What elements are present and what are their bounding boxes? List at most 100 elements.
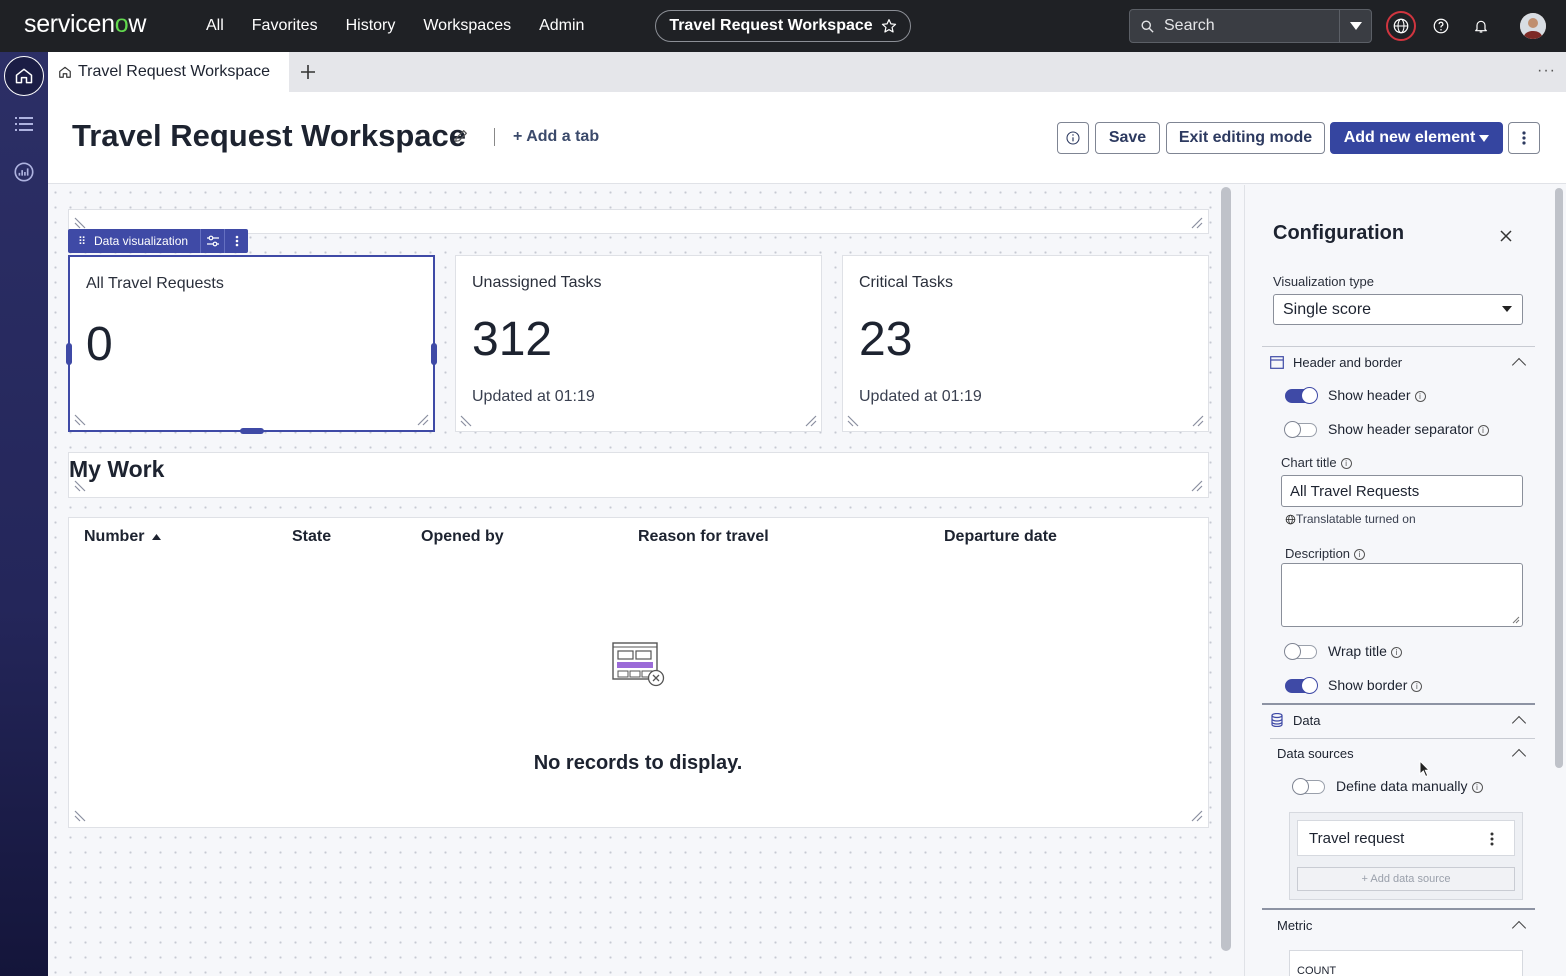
show-header-separator-row: Show header separator i (1328, 421, 1489, 437)
section-data-sources[interactable]: Data sources (1277, 746, 1354, 761)
resize-handle-icon[interactable] (73, 216, 87, 230)
workspace-pill-label: Travel Request Workspace (669, 17, 873, 34)
help-icon[interactable] (1428, 13, 1454, 39)
divider (1262, 908, 1535, 910)
info-icon[interactable]: i (1414, 390, 1426, 402)
resize-handle-icon[interactable] (416, 413, 430, 427)
canvas-scrollbar[interactable] (1221, 187, 1231, 951)
resize-handle-icon[interactable] (73, 809, 87, 823)
info-button[interactable] (1057, 122, 1089, 154)
info-icon[interactable]: i (1390, 646, 1402, 658)
my-work-heading-container[interactable]: My Work (68, 452, 1209, 498)
resize-handle-icon[interactable] (73, 479, 87, 493)
config-panel-scrollbar[interactable] (1555, 188, 1563, 768)
description-row: Description i (1285, 546, 1366, 561)
menu-all[interactable]: All (206, 17, 224, 35)
menu-history[interactable]: History (346, 17, 396, 35)
notifications-bell-icon[interactable] (1468, 13, 1494, 39)
score-card-unassigned-tasks[interactable]: Unassigned Tasks 312 Updated at 01:19 (455, 255, 822, 432)
more-options-icon[interactable]: ··· (1537, 62, 1556, 80)
menu-admin[interactable]: Admin (539, 17, 584, 35)
info-icon[interactable]: i (1340, 458, 1352, 470)
save-button[interactable]: Save (1095, 122, 1160, 154)
column-header-reason-for-travel[interactable]: Reason for travel (638, 528, 769, 546)
vertical-ellipsis-icon[interactable] (1490, 832, 1494, 846)
config-panel-title: Configuration (1273, 222, 1405, 244)
add-data-source-button[interactable]: + Add data source (1297, 867, 1515, 891)
servicenow-logo[interactable]: servicenow (24, 10, 146, 39)
visualization-type-select[interactable]: Single score (1273, 294, 1523, 325)
exit-editing-mode-button[interactable]: Exit editing mode (1166, 122, 1325, 154)
add-tab-plus-icon[interactable] (298, 62, 318, 82)
card-updated-timestamp: Updated at 01:19 (472, 388, 595, 405)
info-icon[interactable]: i (1477, 424, 1489, 436)
resize-handle-icon[interactable] (1190, 216, 1204, 230)
column-header-departure-date[interactable]: Departure date (944, 528, 1057, 546)
select-value: Single score (1283, 300, 1372, 318)
column-header-opened-by[interactable]: Opened by (421, 528, 504, 546)
score-card-all-travel-requests[interactable]: All Travel Requests 0 (68, 255, 435, 432)
resize-handle-icon[interactable] (846, 414, 860, 428)
close-icon[interactable] (1499, 229, 1513, 243)
wrap-title-toggle[interactable] (1284, 643, 1317, 660)
column-header-number[interactable]: Number (84, 528, 161, 546)
section-data[interactable]: Data (1293, 713, 1320, 728)
section-metric[interactable]: Metric (1277, 918, 1312, 933)
data-source-travel-request[interactable]: Travel request (1297, 820, 1515, 856)
card-title: Critical Tasks (859, 274, 953, 291)
resize-handle-left[interactable] (66, 343, 72, 365)
workspace-context-pill[interactable]: Travel Request Workspace (655, 10, 911, 42)
user-avatar[interactable] (1520, 13, 1546, 39)
card-title: All Travel Requests (86, 275, 224, 292)
analytics-dashboard-icon[interactable] (4, 152, 44, 192)
info-icon[interactable]: i (1354, 549, 1366, 561)
metric-aggregation[interactable]: COUNT (1289, 950, 1523, 976)
tab-travel-request-workspace[interactable]: Travel Request Workspace (48, 52, 289, 92)
component-more-icon[interactable] (224, 229, 248, 253)
add-new-element-button[interactable]: Add new element (1330, 122, 1503, 154)
resize-handle-icon[interactable] (1190, 809, 1204, 823)
resize-handle-icon[interactable] (804, 414, 818, 428)
column-header-state[interactable]: State (292, 528, 331, 546)
search-input[interactable]: Search (1164, 17, 1339, 35)
edit-title-pencil-icon[interactable] (453, 128, 469, 149)
menu-favorites[interactable]: Favorites (252, 17, 318, 35)
show-header-row: Show header i (1328, 387, 1426, 403)
globe-icon[interactable] (1386, 11, 1416, 41)
score-card-critical-tasks[interactable]: Critical Tasks 23 Updated at 01:19 (842, 255, 1209, 432)
main-menu: All Favorites History Workspaces Admin (206, 0, 584, 52)
resize-handle-icon[interactable] (459, 414, 473, 428)
chart-title-input[interactable]: All Travel Requests (1281, 475, 1523, 507)
component-type-label: Data visualization (94, 234, 189, 248)
star-icon[interactable] (881, 18, 897, 34)
define-data-manually-toggle[interactable] (1292, 778, 1325, 795)
show-border-toggle[interactable] (1285, 677, 1318, 694)
show-header-toggle[interactable] (1285, 387, 1318, 404)
resize-handle-bottom[interactable] (240, 428, 264, 434)
show-header-separator-toggle[interactable] (1284, 421, 1317, 438)
wrap-title-row: Wrap title i (1328, 643, 1402, 659)
resize-handle-right[interactable] (431, 343, 437, 365)
resize-handle-icon[interactable] (73, 413, 87, 427)
card-updated-timestamp: Updated at 01:19 (859, 388, 982, 405)
add-a-tab-button[interactable]: + Add a tab (513, 128, 599, 146)
section-header-and-border[interactable]: Header and border (1293, 355, 1402, 370)
show-header-separator-label: Show header separator (1328, 421, 1474, 437)
resize-handle-icon[interactable] (1191, 414, 1205, 428)
search-scope-dropdown[interactable] (1339, 10, 1371, 42)
home-icon[interactable] (4, 56, 44, 96)
list-icon[interactable] (4, 104, 44, 144)
textarea-resize-grip-icon[interactable] (1512, 616, 1520, 624)
configure-sliders-icon[interactable] (200, 229, 224, 253)
more-actions-button[interactable] (1508, 122, 1540, 154)
menu-workspaces[interactable]: Workspaces (423, 17, 511, 35)
global-search[interactable]: Search (1129, 9, 1372, 43)
info-icon[interactable]: i (1471, 781, 1483, 793)
resize-handle-icon[interactable] (1190, 479, 1204, 493)
chart-title-label: Chart title (1281, 455, 1337, 470)
vertical-ellipsis-icon (1522, 131, 1526, 145)
data-source-name: Travel request (1309, 829, 1405, 847)
info-icon[interactable]: i (1411, 680, 1423, 692)
drag-grip-icon[interactable]: ⠿ (68, 235, 94, 248)
description-textarea[interactable] (1281, 563, 1523, 627)
